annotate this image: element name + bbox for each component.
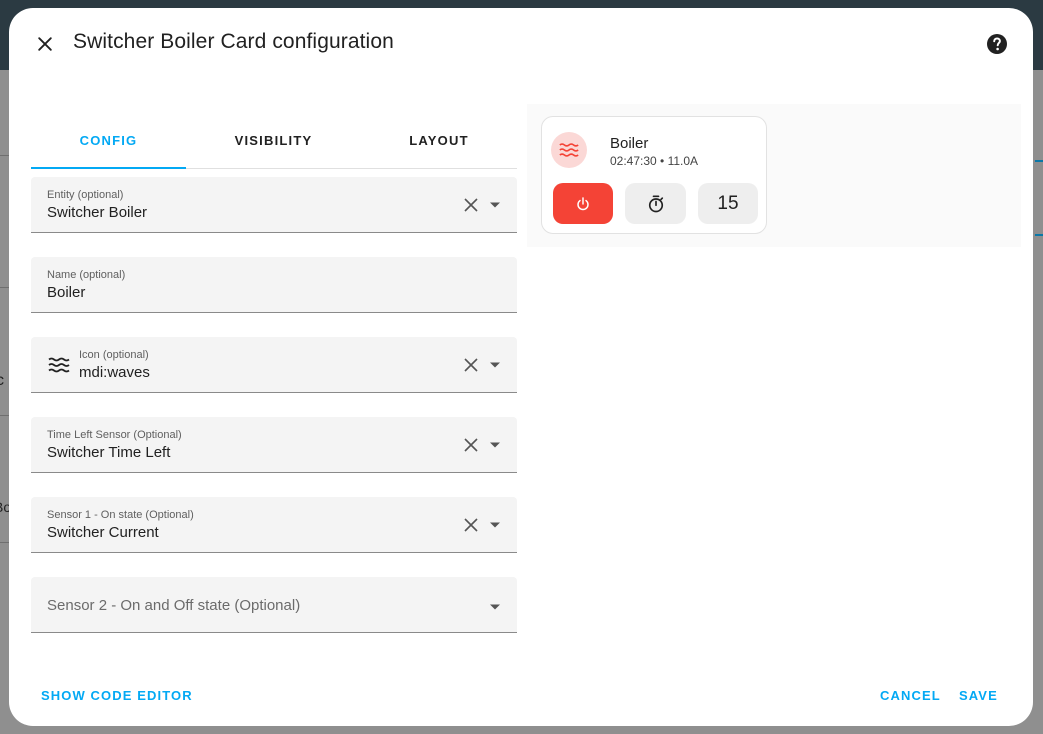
sensor2-dropdown-button[interactable]: [485, 597, 505, 617]
close-icon: [464, 518, 478, 532]
icon-field-label: Icon (optional): [79, 349, 149, 361]
time-left-sensor-value: Switcher Time Left: [47, 444, 171, 461]
editor-tabs: CONFIG VISIBILITY LAYOUT: [31, 112, 517, 169]
close-icon: [38, 37, 52, 51]
entity-field-label: Entity (optional): [47, 189, 124, 201]
help-circle-icon: [987, 34, 1007, 54]
waves-icon: [48, 357, 70, 373]
background-fragment: c: [0, 372, 4, 389]
menu-down-icon: [490, 604, 500, 610]
power-button[interactable]: [553, 183, 613, 224]
close-icon: [464, 198, 478, 212]
icon-dropdown-button[interactable]: [485, 355, 505, 375]
entity-dropdown-button[interactable]: [485, 195, 505, 215]
dialog-title: Switcher Boiler Card configuration: [73, 30, 394, 53]
background-accent: [1035, 160, 1043, 162]
show-code-editor-button[interactable]: SHOW CODE EDITOR: [41, 688, 193, 703]
timer-button[interactable]: [625, 183, 686, 224]
waves-icon: [559, 143, 579, 157]
sensor1-clear-button[interactable]: [461, 515, 481, 535]
card-state: 02:47:30 • 11.0A: [610, 154, 699, 168]
close-button[interactable]: [29, 28, 61, 60]
menu-down-icon: [490, 362, 500, 368]
time-left-sensor-label: Time Left Sensor (Optional): [47, 429, 182, 441]
background-accent: [1035, 234, 1043, 236]
save-button[interactable]: SAVE: [959, 688, 998, 703]
entity-field[interactable]: Entity (optional) Switcher Boiler: [31, 177, 517, 233]
tab-visibility[interactable]: VISIBILITY: [186, 112, 361, 168]
background-divider: [0, 415, 9, 416]
time-left-clear-button[interactable]: [461, 435, 481, 455]
background-divider: [0, 287, 9, 288]
sensor2-field[interactable]: Sensor 2 - On and Off state (Optional): [31, 577, 517, 633]
tab-layout[interactable]: LAYOUT: [361, 112, 517, 168]
cancel-button[interactable]: CANCEL: [880, 688, 941, 703]
name-field-label: Name (optional): [47, 269, 126, 281]
close-icon: [464, 438, 478, 452]
close-icon: [464, 358, 478, 372]
sensor1-field[interactable]: Sensor 1 - On state (Optional) Switcher …: [31, 497, 517, 553]
sensor2-placeholder: Sensor 2 - On and Off state (Optional): [47, 597, 301, 614]
background-divider: [0, 542, 9, 543]
timer-icon: [648, 195, 663, 212]
menu-down-icon: [490, 522, 500, 528]
entity-clear-button[interactable]: [461, 195, 481, 215]
help-button[interactable]: [983, 30, 1011, 58]
icon-clear-button[interactable]: [461, 355, 481, 375]
power-icon: [577, 196, 589, 210]
menu-down-icon: [490, 442, 500, 448]
sensor1-dropdown-button[interactable]: [485, 515, 505, 535]
sensor1-value: Switcher Current: [47, 524, 159, 541]
name-field-value: Boiler: [47, 284, 86, 301]
icon-field[interactable]: Icon (optional) mdi:waves: [31, 337, 517, 393]
background-divider: [0, 155, 9, 156]
card-preview: Boiler 02:47:30 • 11.0A 15: [527, 104, 1021, 247]
card-config-dialog: Switcher Boiler Card configuration CONFI…: [9, 8, 1033, 726]
boiler-icon-badge[interactable]: [551, 132, 587, 168]
name-field[interactable]: Name (optional) Boiler: [31, 257, 517, 313]
card-name: Boiler: [610, 135, 649, 152]
time-left-dropdown-button[interactable]: [485, 435, 505, 455]
timer-minutes-button[interactable]: 15: [698, 183, 758, 224]
tab-config[interactable]: CONFIG: [31, 112, 186, 169]
entity-field-value: Switcher Boiler: [47, 204, 148, 221]
boiler-card: Boiler 02:47:30 • 11.0A 15: [541, 116, 767, 234]
sensor1-label: Sensor 1 - On state (Optional): [47, 509, 194, 521]
icon-field-value: mdi:waves: [79, 364, 150, 381]
time-left-sensor-field[interactable]: Time Left Sensor (Optional) Switcher Tim…: [31, 417, 517, 473]
menu-down-icon: [490, 202, 500, 208]
